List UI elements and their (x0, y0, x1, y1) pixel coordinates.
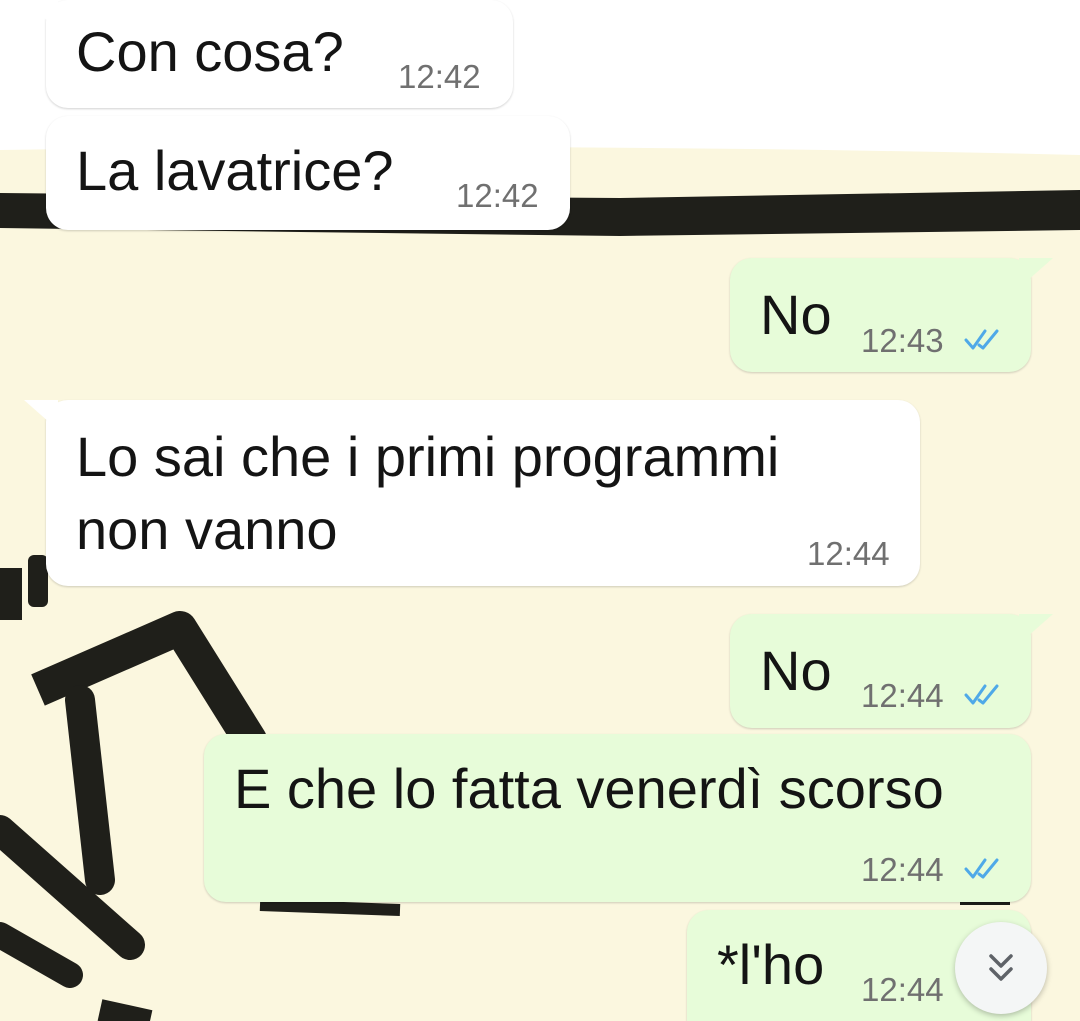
message-time: 12:44 (861, 677, 944, 714)
double-check-icon (964, 329, 999, 350)
scroll-to-bottom-button[interactable] (955, 922, 1047, 1014)
message-time: 12:44 (861, 971, 944, 1008)
message-text-line-2: non vanno (76, 498, 338, 561)
message-text: No (760, 639, 832, 702)
message-time: 12:44 (861, 851, 944, 888)
message-text-line-1: Lo sai che i primi programmi (76, 425, 780, 488)
message-time: 12:42 (398, 58, 481, 95)
message-text: E che lo fatta venerdì scorso (234, 757, 944, 820)
message-text: No (760, 283, 832, 346)
message-bubble-outgoing[interactable]: No 12:43 (730, 258, 1053, 372)
bubble-tail (1019, 614, 1053, 644)
message-text: La lavatrice? (76, 139, 394, 202)
double-chevron-down-icon (989, 954, 1013, 981)
message-time: 12:44 (807, 535, 890, 572)
bubble-tail (24, 400, 58, 430)
message-bubble-incoming[interactable]: Con cosa? 12:42 (24, 0, 513, 108)
message-bubble-incoming[interactable]: La lavatrice? 12:42 (46, 116, 570, 230)
message-bubble-incoming[interactable]: Lo sai che i primi programmi non vanno 1… (24, 400, 920, 586)
bubble-tail (24, 0, 58, 30)
message-text: *l'ho (717, 933, 825, 996)
message-time: 12:43 (861, 322, 944, 359)
bubble-tail (1019, 258, 1053, 288)
message-bubble-outgoing[interactable]: No 12:44 (730, 614, 1053, 728)
double-check-icon (964, 684, 999, 705)
double-check-icon (964, 858, 999, 879)
message-text: Con cosa? (76, 20, 344, 83)
message-bubble-outgoing[interactable]: E che lo fatta venerdì scorso 12:44 (204, 734, 1031, 902)
message-time: 12:42 (456, 177, 539, 214)
